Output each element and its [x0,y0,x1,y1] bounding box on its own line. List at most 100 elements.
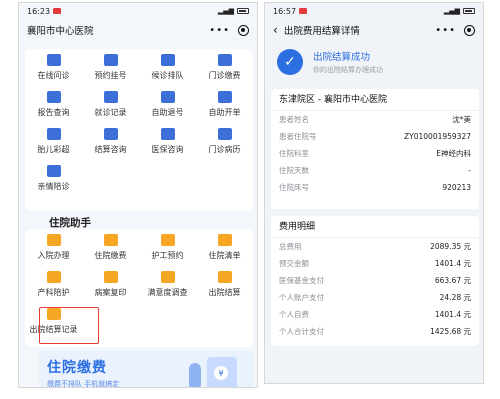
notification-icon [53,8,62,14]
detail-value: 1401.4 元 [434,310,471,319]
detail-row: 住院床号 920213 [271,179,479,196]
grid-item[interactable]: 医保咨询 [139,123,196,160]
detail-key: 住院科室 [279,149,309,158]
success-banner: ✓ 出院结算成功 你的出院结算办理成功 [271,43,479,81]
left-phone-screen: 16:23 ▂▄▆ 襄阳市中心医院 ••• 在线问诊 预约挂号 候诊排队 门诊缴费报告… [18,2,258,388]
detail-key: 个人账户支付 [279,293,324,302]
consult-icon [103,128,118,140]
queue-icon [160,54,175,66]
grid-item-label: 出院结算 [208,288,241,297]
list-icon [217,234,232,246]
detail-row: 预交金额 1401.4 元 [271,255,479,272]
grid-item[interactable]: 自助开单 [196,86,253,123]
grid-item-label: 预约挂号 [94,71,127,80]
detail-key: 住院床号 [279,183,309,192]
inpatient-section-title: 住院助手 [49,217,91,229]
grid-item[interactable]: 结算咨询 [82,123,139,160]
status-time: 16:23 [27,6,51,16]
grid-item-label: 结算咨询 [94,145,127,154]
grid-item[interactable]: 病案复印 [82,266,139,303]
detail-value: 2089.35 元 [430,242,471,251]
detail-value: 1425.68 元 [430,327,471,336]
grid-item[interactable]: 住院缴费 [82,229,139,266]
grid-item[interactable]: 亲情陪诊 [25,160,82,197]
grid-item-label: 自助开单 [208,108,241,117]
grid-item-label: 满意度调查 [147,288,188,297]
grid-item[interactable]: 护工预约 [139,229,196,266]
status-time: 16:57 [273,6,297,16]
copy-icon [103,271,118,283]
grid-item-label: 在线问诊 [37,71,70,80]
grid-item-label: 门诊病历 [208,145,241,154]
grid-item-label: 医保咨询 [151,145,184,154]
obstetric-icon [46,271,61,283]
detail-row: 患者姓名 沈*美 [271,111,479,128]
banner-title: 住院缴费 [47,360,107,376]
back-icon[interactable]: ‹ [273,23,278,37]
grid-item[interactable]: 在线问诊 [25,49,82,86]
grid-item-label: 病案复印 [94,288,127,297]
calendar-icon [103,54,118,66]
close-miniprogram-icon[interactable] [464,24,475,36]
grid-item[interactable]: 预约挂号 [82,49,139,86]
detail-row: 总费用 2089.35 元 [271,238,479,255]
person-illustration-icon [189,363,201,387]
success-title: 出院结算成功 [313,52,371,63]
detail-row: 住院科室 E神经内科 [271,145,479,162]
detail-key: 总费用 [279,242,302,251]
grid-item-label: 门诊缴费 [208,71,241,80]
success-subtitle: 你的出院结算办理成功 [313,66,383,74]
grid-item[interactable]: 就诊记录 [82,86,139,123]
grid-item[interactable]: 出院结算 [196,266,253,303]
detail-row: 个人合计支付 1425.68 元 [271,323,479,340]
battery-icon [237,8,249,14]
signal-icon: ▂▄▆ [443,7,460,15]
fee-detail-title: 费用明细 [271,216,479,238]
refund-icon [160,91,175,103]
hospital-name: 东津院区 - 襄阳市中心医院 [271,89,479,111]
nav-bar: ‹ 出院费用结算详情 ••• [265,19,483,41]
order-icon [217,91,232,103]
status-bar: 16:23 ▂▄▆ [19,3,257,19]
grid-item[interactable]: 门诊缴费 [196,49,253,86]
grid-item[interactable]: 门诊病历 [196,123,253,160]
detail-key: 医保基金支付 [279,276,324,285]
grid-item[interactable]: 满意度调查 [139,266,196,303]
grid-item[interactable]: 胎儿彩超 [25,123,82,160]
detail-value: 1401.4 元 [434,259,471,268]
grid-item-label: 报告查询 [37,108,70,117]
grid-item[interactable]: 住院清单 [196,229,253,266]
highlight-box [39,307,99,344]
detail-row: 个人账户支付 24.28 元 [271,289,479,306]
patient-info-card: 东津院区 - 襄阳市中心医院 患者姓名 沈*美 患者住院号 ZY01000195932… [271,89,479,209]
survey-icon [160,271,175,283]
more-menu-icon[interactable]: ••• [209,25,230,36]
grid-item[interactable]: 报告查询 [25,86,82,123]
page-title: 襄阳市中心医院 [27,26,94,37]
detail-value: 沈*美 [452,115,471,124]
settlement-icon [217,271,232,283]
grid-item-label: 就诊记录 [94,108,127,117]
detail-key: 预交金额 [279,259,309,268]
grid-item[interactable]: 候诊排队 [139,49,196,86]
detail-value: ZY010001959327 [404,132,471,141]
fee-detail-card: 费用明细 总费用 2089.35 元预交金额 1401.4 元医保基金支付 663.6… [271,216,479,346]
close-miniprogram-icon[interactable] [238,24,249,36]
detail-row: 个人自费 1401.4 元 [271,306,479,323]
signal-icon: ▂▄▆ [217,7,234,15]
battery-icon [463,8,475,14]
grid-item[interactable]: 产科陪护 [25,266,82,303]
detail-row: 医保基金支付 663.67 元 [271,272,479,289]
medical-record-icon [217,128,232,140]
grid-item[interactable]: 入院办理 [25,229,82,266]
grid-item-label: 住院缴费 [94,251,127,260]
yen-icon: ¥ [214,366,228,380]
detail-value: 920213 [442,183,471,192]
grid-item[interactable]: 自助退号 [139,86,196,123]
payment-icon [217,54,232,66]
detail-key: 患者姓名 [279,115,309,124]
grid-item-label: 产科陪护 [37,288,70,297]
screenshot-root: 16:23 ▂▄▆ 襄阳市中心医院 ••• 在线问诊 预约挂号 候诊排队 门诊缴费报告… [0,0,500,399]
inpatient-payment-banner[interactable]: 住院缴费 缴费不排队 手机就搞定 ¥ [39,351,253,387]
more-menu-icon[interactable]: ••• [435,25,456,36]
